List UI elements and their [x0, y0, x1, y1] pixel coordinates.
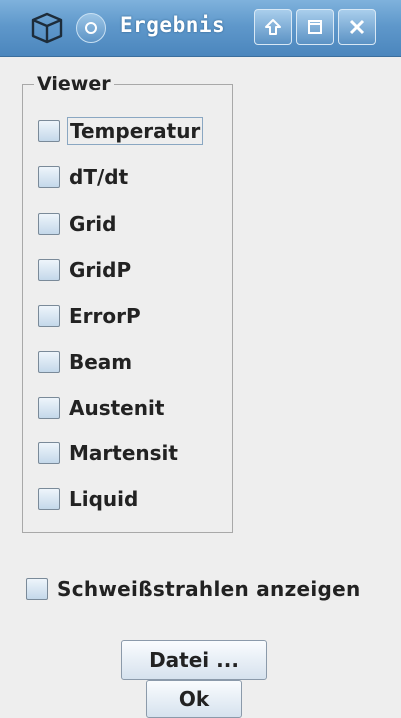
checkbox-label: dT/dt: [69, 165, 129, 189]
title-bar[interactable]: Ergebnis: [0, 0, 401, 57]
checkbox-label: Martensit: [69, 441, 178, 465]
checkbox-label: ErrorP: [69, 304, 141, 328]
checkbox-grid[interactable]: Grid: [38, 207, 118, 241]
file-button[interactable]: Datei ...: [121, 640, 267, 680]
checkbox-box[interactable]: [38, 488, 60, 510]
checkbox-martensit[interactable]: Martensit: [38, 436, 180, 470]
checkbox-box[interactable]: [38, 442, 60, 464]
maximize-icon: [308, 20, 322, 34]
checkbox-box[interactable]: [38, 120, 60, 142]
checkbox-box[interactable]: [38, 166, 60, 188]
circle-menu-icon[interactable]: [76, 13, 106, 43]
window-title: Ergebnis: [120, 13, 226, 37]
checkbox-box[interactable]: [38, 213, 60, 235]
checkbox-dtdt[interactable]: dT/dt: [38, 160, 130, 194]
viewer-group-title: Viewer: [34, 72, 114, 96]
checkbox-label: GridP: [69, 258, 132, 282]
close-button[interactable]: [338, 9, 376, 45]
checkbox-box[interactable]: [38, 259, 60, 281]
checkbox-box[interactable]: [26, 578, 48, 600]
checkbox-box[interactable]: [38, 397, 60, 419]
checkbox-austenit[interactable]: Austenit: [38, 391, 166, 425]
checkbox-weld-beams[interactable]: Schweißstrahlen anzeigen: [26, 572, 363, 606]
checkbox-box[interactable]: [38, 305, 60, 327]
ok-button[interactable]: Ok: [146, 680, 242, 718]
checkbox-liquid[interactable]: Liquid: [38, 482, 140, 516]
close-icon: [349, 19, 365, 35]
checkbox-box[interactable]: [38, 351, 60, 373]
arrow-up-button[interactable]: [254, 9, 292, 45]
arrow-up-icon: [265, 19, 281, 35]
checkbox-label: Austenit: [69, 396, 165, 420]
maximize-button[interactable]: [296, 9, 334, 45]
checkbox-label: Schweißstrahlen anzeigen: [57, 577, 361, 601]
cube-icon[interactable]: [30, 11, 64, 45]
checkbox-gridp[interactable]: GridP: [38, 253, 133, 287]
checkbox-temperatur[interactable]: Temperatur: [38, 114, 204, 148]
checkbox-label: Liquid: [69, 487, 139, 511]
checkbox-label: Beam: [69, 350, 133, 374]
checkbox-label: Grid: [69, 212, 117, 236]
checkbox-label: Temperatur: [67, 117, 204, 145]
checkbox-errorp[interactable]: ErrorP: [38, 299, 143, 333]
checkbox-beam[interactable]: Beam: [38, 345, 134, 379]
